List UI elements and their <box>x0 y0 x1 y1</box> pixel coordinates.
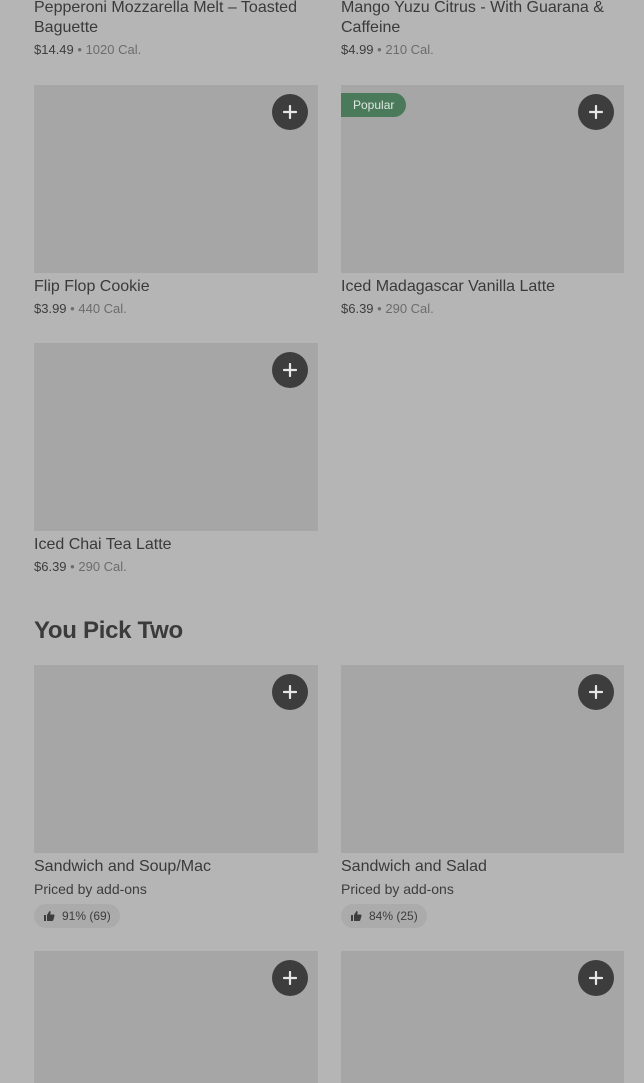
plus-icon <box>589 971 603 985</box>
menu-item-card[interactable]: Sandwich and Salad Priced by add-ons 84%… <box>341 665 624 928</box>
item-image-placeholder[interactable] <box>34 85 318 273</box>
menu-item-card[interactable]: Iced Chai Tea Latte $6.39 • 290 Cal. <box>34 343 318 576</box>
menu-item-card[interactable] <box>34 951 318 1083</box>
section-title-you-pick-two: You Pick Two <box>34 617 183 644</box>
add-item-button[interactable] <box>578 674 614 710</box>
item-meta: $3.99 • 440 Cal. <box>34 300 318 318</box>
item-image-placeholder[interactable]: Popular <box>341 85 624 273</box>
menu-item-card[interactable]: Sandwich and Soup/Mac Priced by add-ons … <box>34 665 318 928</box>
add-item-button[interactable] <box>272 960 308 996</box>
item-name: Pepperoni Mozzarella Melt – Toasted Bagu… <box>34 0 297 36</box>
item-calories: 290 Cal. <box>78 559 127 574</box>
item-calories: 440 Cal. <box>78 301 127 316</box>
item-price: $6.39 <box>341 301 374 316</box>
add-item-button[interactable] <box>578 960 614 996</box>
add-item-button[interactable] <box>272 94 308 130</box>
item-meta: $6.39 • 290 Cal. <box>34 558 318 576</box>
item-meta: $4.99 • 210 Cal. <box>341 41 624 59</box>
item-image-placeholder[interactable] <box>34 951 318 1083</box>
item-calories: 290 Cal. <box>385 301 434 316</box>
item-calories: 210 Cal. <box>385 42 434 57</box>
thumbs-up-icon <box>351 911 362 921</box>
plus-icon <box>283 685 297 699</box>
item-name: Sandwich and Salad <box>341 858 487 875</box>
separator-dot: • <box>377 42 382 57</box>
item-image-placeholder[interactable] <box>34 343 318 531</box>
item-image-placeholder[interactable] <box>34 665 318 853</box>
item-meta: $14.49 • 1020 Cal. <box>34 41 318 59</box>
rating-value: 84% (25) <box>369 909 418 923</box>
plus-icon <box>589 105 603 119</box>
menu-item-card[interactable]: Pepperoni Mozzarella Melt – Toasted Bagu… <box>34 0 318 59</box>
item-name: Iced Madagascar Vanilla Latte <box>341 278 556 295</box>
menu-item-card[interactable] <box>341 951 624 1083</box>
item-price: $14.49 <box>34 42 74 57</box>
item-price: $4.99 <box>341 42 374 57</box>
plus-icon <box>283 363 297 377</box>
priced-by-add-ons: Priced by add-ons <box>341 881 454 897</box>
plus-icon <box>589 685 603 699</box>
menu-item-card[interactable]: Popular Iced Madagascar Vanilla Latte $6… <box>341 85 624 318</box>
separator-dot: • <box>377 301 382 316</box>
menu-item-card[interactable]: Flip Flop Cookie $3.99 • 440 Cal. <box>34 85 318 318</box>
rating-badge: 84% (25) <box>341 904 427 928</box>
item-image-placeholder[interactable] <box>341 665 624 853</box>
thumbs-up-icon <box>44 911 55 921</box>
popular-badge: Popular <box>341 93 407 117</box>
item-price: $6.39 <box>34 559 67 574</box>
separator-dot: • <box>70 559 75 574</box>
priced-by-add-ons: Priced by add-ons <box>34 881 147 897</box>
add-item-button[interactable] <box>272 674 308 710</box>
item-name: Iced Chai Tea Latte <box>34 536 172 553</box>
plus-icon <box>283 971 297 985</box>
item-meta: $6.39 • 290 Cal. <box>341 300 624 318</box>
menu-item-card[interactable]: Mango Yuzu Citrus - With Guarana & Caffe… <box>341 0 624 59</box>
item-calories: 1020 Cal. <box>85 42 142 57</box>
plus-icon <box>283 105 297 119</box>
item-name: Sandwich and Soup/Mac <box>34 858 211 875</box>
item-name: Flip Flop Cookie <box>34 278 150 295</box>
item-price: $3.99 <box>34 301 67 316</box>
separator-dot: • <box>77 42 82 57</box>
add-item-button[interactable] <box>578 94 614 130</box>
separator-dot: • <box>70 301 75 316</box>
item-name: Mango Yuzu Citrus - With Guarana & Caffe… <box>341 0 604 36</box>
add-item-button[interactable] <box>272 352 308 388</box>
item-image-placeholder[interactable] <box>341 951 624 1083</box>
rating-value: 91% (69) <box>62 909 111 923</box>
rating-badge: 91% (69) <box>34 904 120 928</box>
